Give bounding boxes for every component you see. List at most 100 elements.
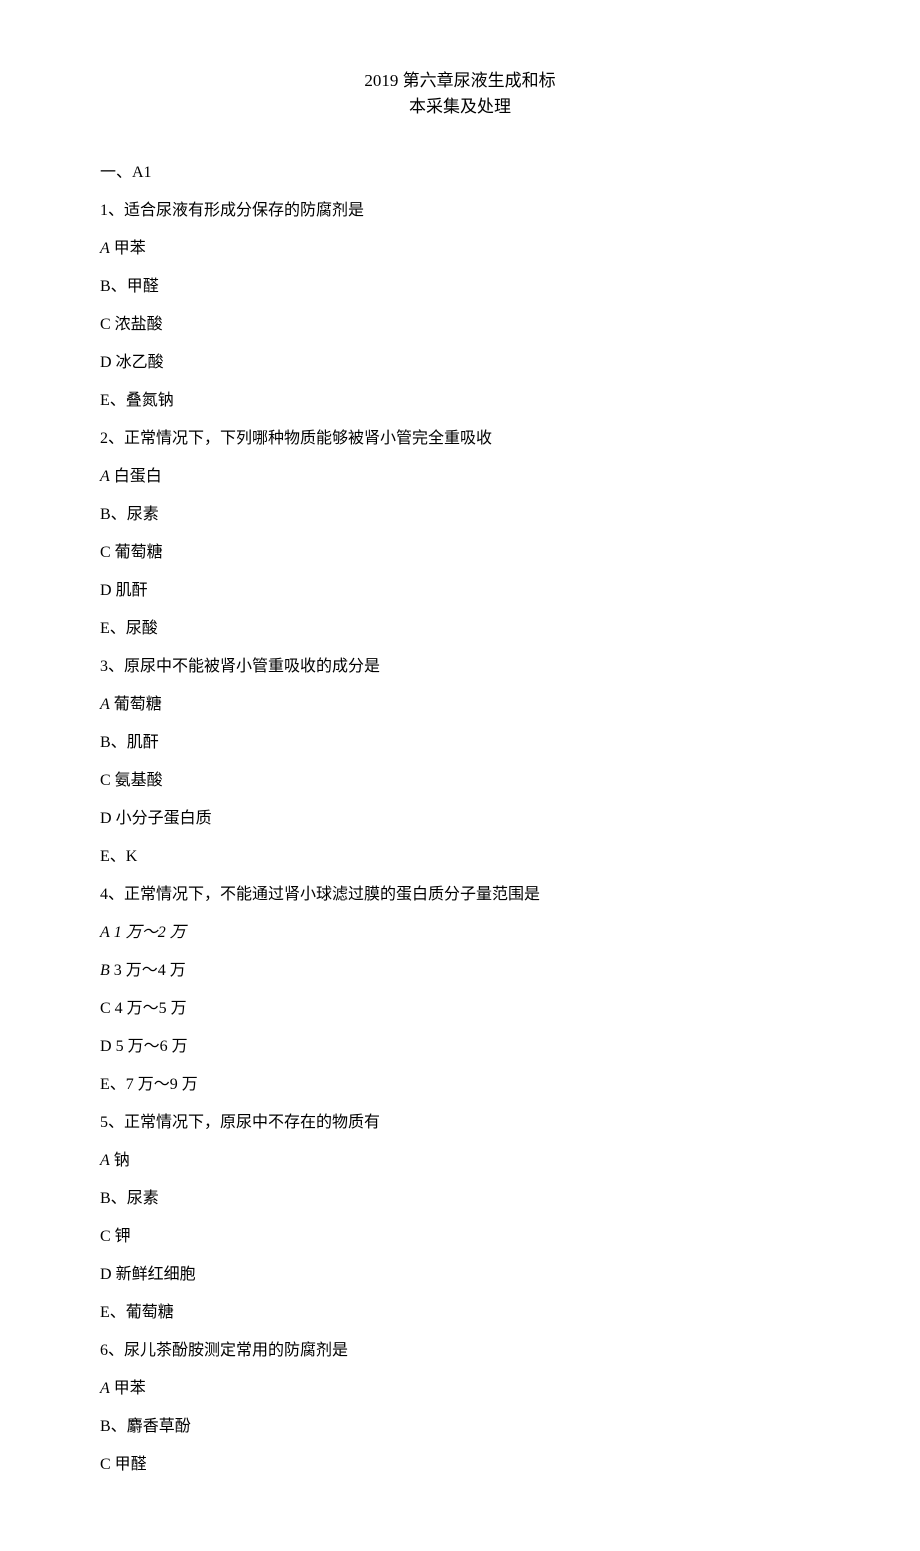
question-option: A 白蛋白	[100, 465, 820, 489]
question-option: A 甲苯	[100, 1377, 820, 1401]
question-stem: 1、适合尿液有形成分保存的防腐剂是	[100, 199, 820, 223]
question-option: A 葡萄糖	[100, 693, 820, 717]
question-option: E、K	[100, 845, 820, 869]
option-prefix: D	[100, 810, 112, 827]
option-text: K	[126, 848, 138, 865]
option-separator: 、	[111, 1190, 127, 1207]
option-prefix: D	[100, 1038, 112, 1055]
question-option: C 浓盐酸	[100, 313, 820, 337]
option-text: 3 万～4 万	[114, 962, 186, 979]
option-prefix: B	[100, 278, 111, 295]
option-text: 1 万～2 万	[114, 924, 186, 941]
option-prefix: A	[100, 696, 110, 713]
option-prefix: B	[100, 506, 111, 523]
option-text: 小分子蛋白质	[116, 810, 212, 827]
question-stem: 6、尿儿茶酚胺测定常用的防腐剂是	[100, 1339, 820, 1363]
question-option: C 钾	[100, 1225, 820, 1249]
option-prefix: C	[100, 1228, 111, 1245]
question-option: C 氨基酸	[100, 769, 820, 793]
option-separator: 、	[111, 1418, 127, 1435]
option-text: 尿素	[127, 1190, 159, 1207]
option-text: 葡萄糖	[115, 544, 163, 561]
option-text: 钠	[114, 1152, 130, 1169]
question-stem: 3、原尿中不能被肾小管重吸收的成分是	[100, 655, 820, 679]
question-option: C 甲醛	[100, 1453, 820, 1477]
title-line-1: 2019 第六章尿液生成和标	[100, 68, 820, 94]
option-prefix: C	[100, 316, 111, 333]
option-prefix: C	[100, 1456, 111, 1473]
option-prefix: E	[100, 392, 110, 409]
option-text: 麝香草酚	[127, 1418, 191, 1435]
questions-container: 1、适合尿液有形成分保存的防腐剂是A 甲苯B、甲醛C 浓盐酸D 冰乙酸E、叠氮钠…	[100, 199, 820, 1477]
option-separator: 、	[110, 620, 126, 637]
question-stem: 5、正常情况下，原尿中不存在的物质有	[100, 1111, 820, 1135]
option-text: 5 万～6 万	[116, 1038, 188, 1055]
question-option: A 甲苯	[100, 237, 820, 261]
option-text: 甲苯	[114, 240, 146, 257]
option-prefix: C	[100, 544, 111, 561]
question-option: E、葡萄糖	[100, 1301, 820, 1325]
question-option: B、尿素	[100, 1187, 820, 1211]
option-prefix: B	[100, 1418, 111, 1435]
question-option: B、甲醛	[100, 275, 820, 299]
option-text: 尿酸	[126, 620, 158, 637]
option-text: 新鲜红细胞	[116, 1266, 196, 1283]
question-option: B、尿素	[100, 503, 820, 527]
option-prefix: A	[100, 468, 110, 485]
option-prefix: C	[100, 1000, 111, 1017]
option-prefix: A	[100, 1380, 110, 1397]
option-prefix: E	[100, 1076, 110, 1093]
document-page: 2019 第六章尿液生成和标 本采集及处理 一、A1 1、适合尿液有形成分保存的…	[0, 0, 920, 1551]
option-prefix: D	[100, 354, 112, 371]
option-prefix: C	[100, 772, 111, 789]
option-text: 7 万～9 万	[126, 1076, 198, 1093]
option-separator: 、	[111, 734, 127, 751]
option-prefix: B	[100, 1190, 111, 1207]
option-prefix: A	[100, 924, 110, 941]
question-option: E、7 万～9 万	[100, 1073, 820, 1097]
option-text: 甲苯	[114, 1380, 146, 1397]
section-heading: 一、A1	[100, 161, 820, 185]
question-option: A 1 万～2 万	[100, 921, 820, 945]
option-prefix: B	[100, 962, 110, 979]
option-prefix: B	[100, 734, 111, 751]
option-text: 肌酐	[116, 582, 148, 599]
option-text: 葡萄糖	[126, 1304, 174, 1321]
option-prefix: E	[100, 620, 110, 637]
option-prefix: A	[100, 240, 110, 257]
question-stem: 4、正常情况下，不能通过肾小球滤过膜的蛋白质分子量范围是	[100, 883, 820, 907]
option-prefix: D	[100, 582, 112, 599]
document-title: 2019 第六章尿液生成和标 本采集及处理	[100, 68, 820, 119]
option-text: 4 万～5 万	[115, 1000, 187, 1017]
option-text: 叠氮钠	[126, 392, 174, 409]
option-text: 钾	[115, 1228, 131, 1245]
question-option: C 4 万～5 万	[100, 997, 820, 1021]
question-option: C 葡萄糖	[100, 541, 820, 565]
question-option: D 小分子蛋白质	[100, 807, 820, 831]
option-separator: 、	[111, 278, 127, 295]
option-prefix: E	[100, 848, 110, 865]
option-text: 甲醛	[127, 278, 159, 295]
option-separator: 、	[111, 506, 127, 523]
question-option: D 新鲜红细胞	[100, 1263, 820, 1287]
question-stem: 2、正常情况下，下列哪种物质能够被肾小管完全重吸收	[100, 427, 820, 451]
option-text: 氨基酸	[115, 772, 163, 789]
question-option: B、肌酐	[100, 731, 820, 755]
title-line-2: 本采集及处理	[100, 94, 820, 120]
option-prefix: D	[100, 1266, 112, 1283]
question-option: D 肌酐	[100, 579, 820, 603]
option-separator: 、	[110, 1304, 126, 1321]
option-text: 葡萄糖	[114, 696, 162, 713]
question-option: D 冰乙酸	[100, 351, 820, 375]
question-option: E、尿酸	[100, 617, 820, 641]
option-text: 尿素	[127, 506, 159, 523]
option-text: 浓盐酸	[115, 316, 163, 333]
question-option: E、叠氮钠	[100, 389, 820, 413]
question-option: D 5 万～6 万	[100, 1035, 820, 1059]
option-text: 白蛋白	[114, 468, 162, 485]
option-separator: 、	[110, 1076, 126, 1093]
question-option: A 钠	[100, 1149, 820, 1173]
option-separator: 、	[110, 392, 126, 409]
option-text: 冰乙酸	[116, 354, 164, 371]
option-prefix: A	[100, 1152, 110, 1169]
